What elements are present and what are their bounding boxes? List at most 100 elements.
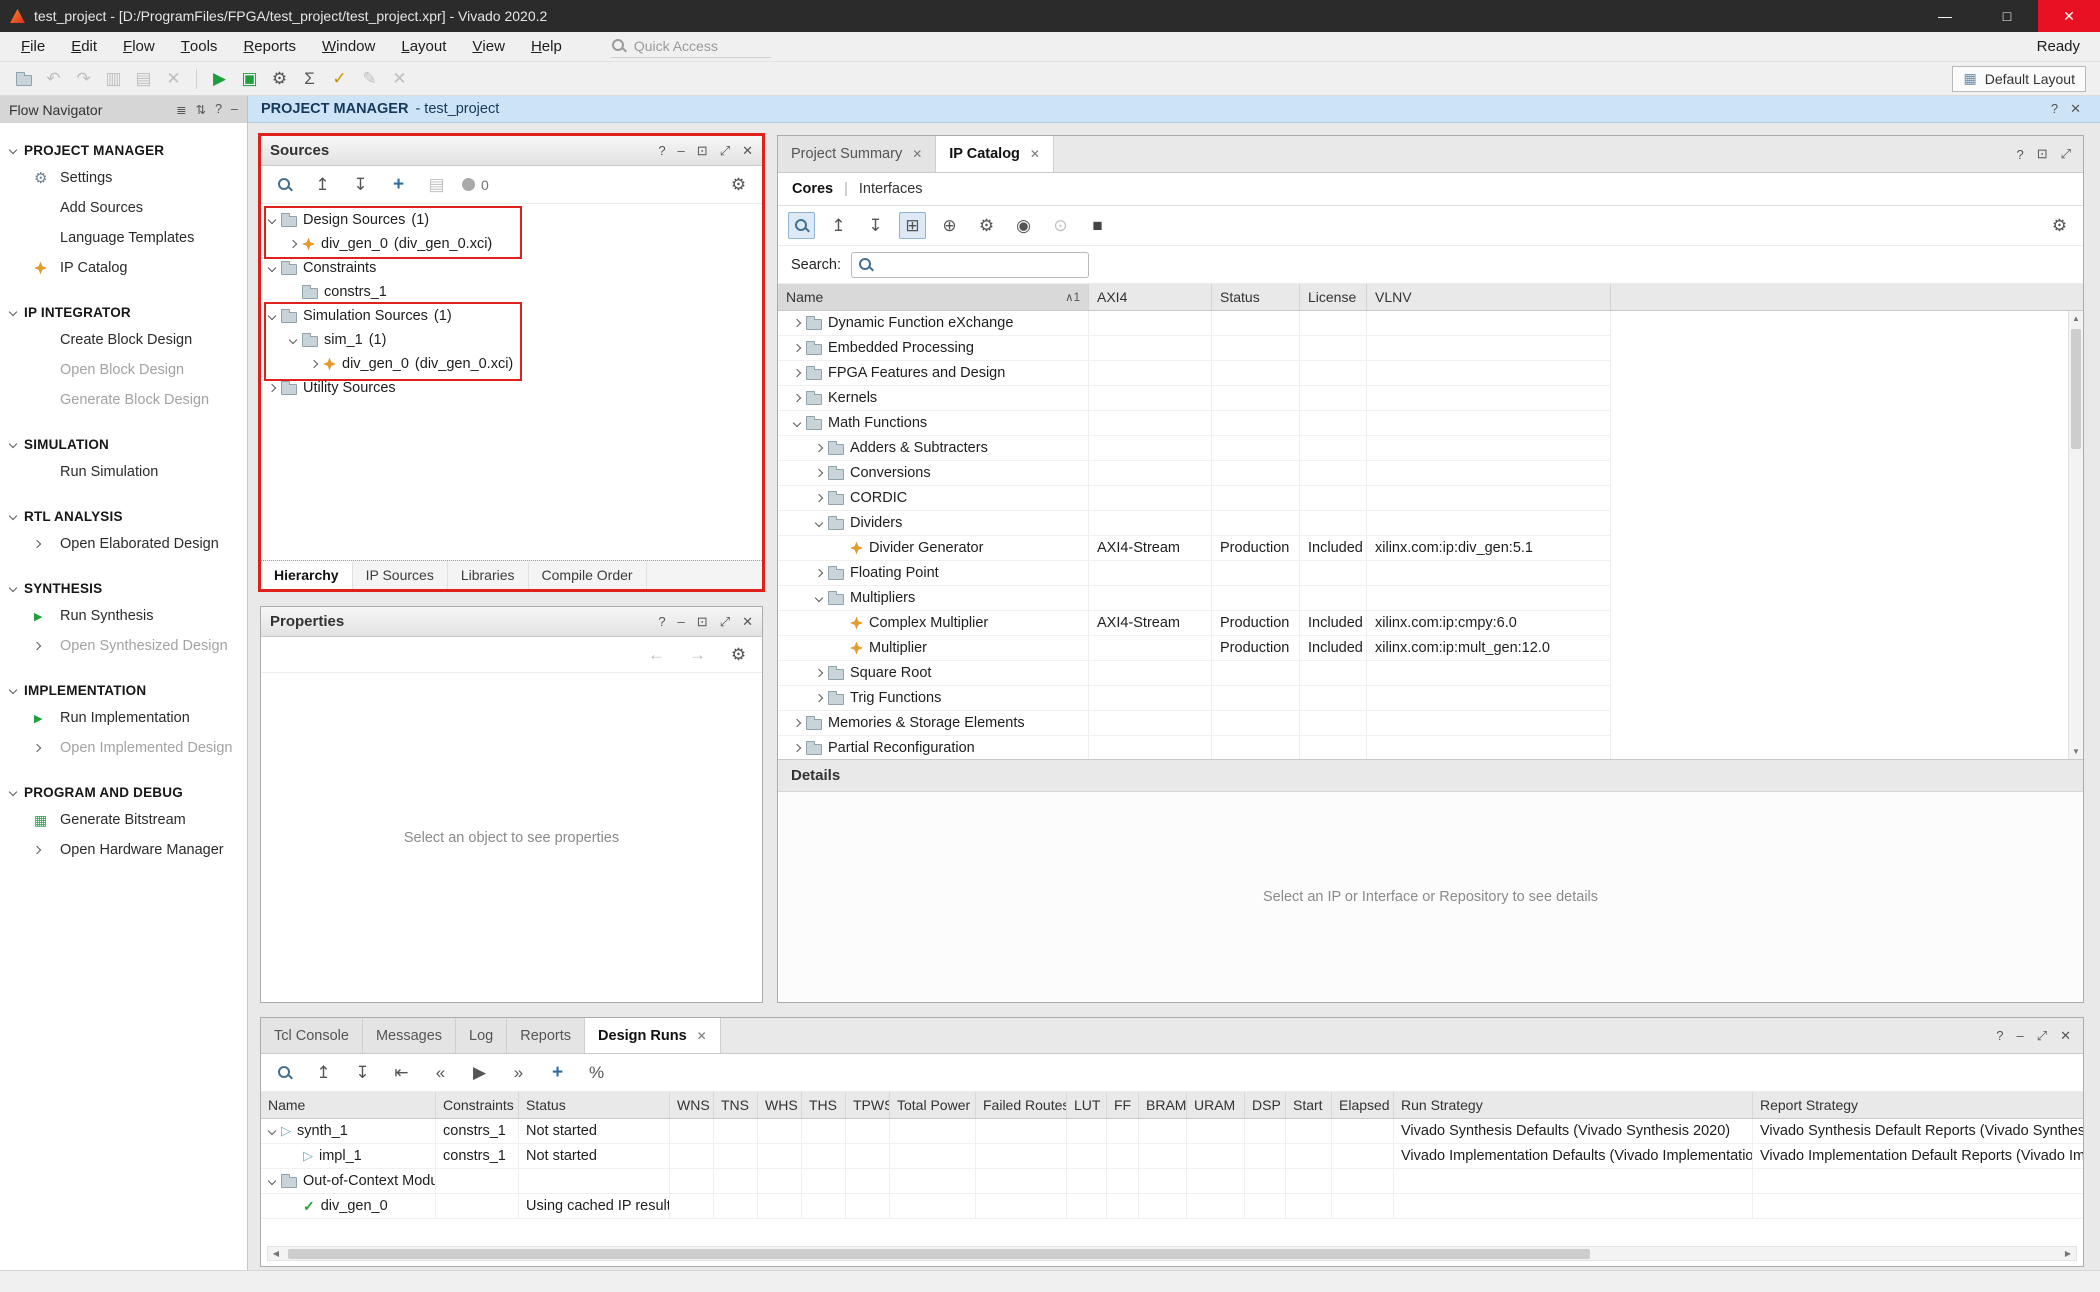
flownav-item-open-hardware-manager[interactable]: Open Hardware Manager — [0, 835, 247, 865]
expander-icon[interactable] — [815, 669, 823, 677]
minimize-icon[interactable]: ‒ — [678, 143, 685, 159]
column-header-total-power[interactable]: Total Power — [890, 1092, 976, 1118]
ip-row-cordic[interactable]: CORDIC — [778, 486, 1611, 511]
hierarchy-view-icon[interactable]: ⊞ — [899, 212, 926, 239]
ip-search-input[interactable] — [879, 257, 1082, 273]
column-header-failed-routes[interactable]: Failed Routes — [976, 1092, 1067, 1118]
ip-row-multiplier[interactable]: MultiplierProductionIncludedxilinx.com:i… — [778, 636, 1611, 661]
expander-icon[interactable] — [268, 216, 276, 224]
generate-output-icon[interactable]: ◉ — [1010, 212, 1037, 239]
source-tree-item-div-gen-0[interactable]: div_gen_0(div_gen_0.xci) — [261, 232, 762, 256]
source-tree-item-simulation-sources[interactable]: Simulation Sources(1) — [261, 304, 762, 328]
source-tree-item-div-gen-0[interactable]: div_gen_0(div_gen_0.xci) — [261, 352, 762, 376]
menu-help[interactable]: Help — [518, 32, 575, 61]
ip-row-partial-reconfiguration[interactable]: Partial Reconfiguration — [778, 736, 1611, 759]
column-header-dsp[interactable]: DSP — [1245, 1092, 1286, 1118]
quick-access-search[interactable]: Quick Access — [611, 36, 771, 58]
flownav-item-open-implemented-design[interactable]: Open Implemented Design — [0, 733, 247, 763]
tab-tcl-console[interactable]: Tcl Console — [261, 1018, 363, 1053]
save-icon[interactable] — [10, 65, 37, 92]
column-header-name[interactable]: Name∧1 — [778, 284, 1089, 310]
close-icon[interactable]: ✕ — [742, 143, 753, 159]
expand-all-icon[interactable]: ↧ — [862, 212, 889, 239]
column-header-whs[interactable]: WHS — [758, 1092, 802, 1118]
expander-icon[interactable] — [793, 344, 801, 352]
ip-row-dividers[interactable]: Dividers — [778, 511, 1611, 536]
ip-row-conversions[interactable]: Conversions — [778, 461, 1611, 486]
column-header-status[interactable]: Status — [519, 1092, 670, 1118]
expander-icon[interactable] — [793, 419, 801, 427]
ip-row-floating-point[interactable]: Floating Point — [778, 561, 1611, 586]
maximize-icon[interactable]: ⤢ — [2037, 1028, 2047, 1044]
column-header-vlnv[interactable]: VLNV — [1367, 284, 1611, 310]
tab-design-runs[interactable]: Design Runs✕ — [585, 1018, 721, 1053]
close-icon[interactable]: ✕ — [697, 1029, 707, 1043]
vertical-scrollbar[interactable]: ▲ ▼ — [2068, 311, 2083, 759]
expander-icon[interactable] — [815, 519, 823, 527]
column-header-status[interactable]: Status — [1212, 284, 1300, 310]
help-icon[interactable]: ? — [658, 143, 665, 159]
flownav-section-header-simulation[interactable]: SIMULATION — [0, 431, 247, 457]
help-icon[interactable]: ? — [2016, 147, 2023, 162]
scrollbar-thumb[interactable] — [2071, 329, 2081, 449]
search-icon[interactable] — [788, 212, 815, 239]
tab-ip-catalog[interactable]: IP Catalog✕ — [936, 136, 1054, 172]
search-icon[interactable] — [271, 171, 298, 198]
flownav-item-run-simulation[interactable]: Run Simulation — [0, 457, 247, 487]
close-icon[interactable]: ✕ — [742, 614, 753, 630]
expander-icon[interactable] — [815, 569, 823, 577]
step-forward-icon[interactable]: » — [505, 1059, 532, 1086]
expander-icon[interactable] — [289, 240, 297, 248]
expander-icon[interactable] — [793, 719, 801, 727]
layout-selector[interactable]: ▦ Default Layout — [1952, 66, 2086, 92]
menu-tools[interactable]: Tools — [168, 32, 231, 61]
expander-icon[interactable] — [815, 444, 823, 452]
maximize-button[interactable]: □ — [1976, 0, 2038, 32]
flownav-item-run-implementation[interactable]: ▶Run Implementation — [0, 703, 247, 733]
go-to-start-icon[interactable]: ⇤ — [388, 1059, 415, 1086]
sources-tab-compile-order[interactable]: Compile Order — [529, 561, 647, 589]
sources-tab-hierarchy[interactable]: Hierarchy — [261, 561, 353, 589]
tab-reports[interactable]: Reports — [507, 1018, 585, 1053]
column-header-wns[interactable]: WNS — [670, 1092, 714, 1118]
expander-icon[interactable] — [815, 594, 823, 602]
run-icon[interactable]: ▶ — [466, 1059, 493, 1086]
source-tree-item-sim-1[interactable]: sim_1(1) — [261, 328, 762, 352]
ip-row-fpga-features-and-design[interactable]: FPGA Features and Design — [778, 361, 1611, 386]
source-tree-item-constrs-1[interactable]: constrs_1 — [261, 280, 762, 304]
close-icon[interactable]: ✕ — [912, 147, 922, 161]
column-header-uram[interactable]: URAM — [1187, 1092, 1245, 1118]
sort-icon[interactable]: ⇅ — [196, 102, 206, 117]
search-icon[interactable] — [271, 1059, 298, 1086]
source-tree-item-utility-sources[interactable]: Utility Sources — [261, 376, 762, 400]
source-tree-item-constraints[interactable]: Constraints — [261, 256, 762, 280]
ip-row-divider-generator[interactable]: Divider GeneratorAXI4-StreamProductionIn… — [778, 536, 1611, 561]
flownav-section-header-program-and-debug[interactable]: PROGRAM AND DEBUG — [0, 779, 247, 805]
expander-icon[interactable] — [793, 319, 801, 327]
ip-settings-icon[interactable]: ⚙ — [2046, 212, 2073, 239]
properties-settings-icon[interactable]: ⚙ — [725, 641, 752, 668]
source-tree-item-design-sources[interactable]: Design Sources(1) — [261, 208, 762, 232]
customize-ip-icon[interactable]: ⚙ — [973, 212, 1000, 239]
float-icon[interactable]: ⊡ — [697, 143, 708, 159]
expander-icon[interactable] — [289, 336, 297, 344]
close-icon[interactable]: ✕ — [2060, 1028, 2071, 1044]
expander-icon[interactable] — [268, 1177, 276, 1185]
flownav-item-open-block-design[interactable]: Open Block Design — [0, 355, 247, 385]
help-icon[interactable]: ? — [2051, 101, 2058, 117]
maximize-icon[interactable]: ⤢ — [720, 614, 730, 630]
tab-log[interactable]: Log — [456, 1018, 507, 1053]
collapse-all-icon[interactable]: ↥ — [309, 171, 336, 198]
ip-row-square-root[interactable]: Square Root — [778, 661, 1611, 686]
add-sources-icon[interactable]: + — [385, 171, 412, 198]
settings-icon[interactable]: ⚙ — [266, 65, 293, 92]
ip-row-trig-functions[interactable]: Trig Functions — [778, 686, 1611, 711]
flownav-item-generate-block-design[interactable]: Generate Block Design — [0, 385, 247, 415]
percent-icon[interactable]: % — [583, 1059, 610, 1086]
maximize-icon[interactable]: ⤢ — [2061, 146, 2071, 162]
run-icon[interactable]: ▶ — [206, 65, 233, 92]
expander-icon[interactable] — [268, 312, 276, 320]
tab-messages[interactable]: Messages — [363, 1018, 456, 1053]
help-icon[interactable]: ? — [1996, 1028, 2003, 1043]
flownav-section-header-implementation[interactable]: IMPLEMENTATION — [0, 677, 247, 703]
